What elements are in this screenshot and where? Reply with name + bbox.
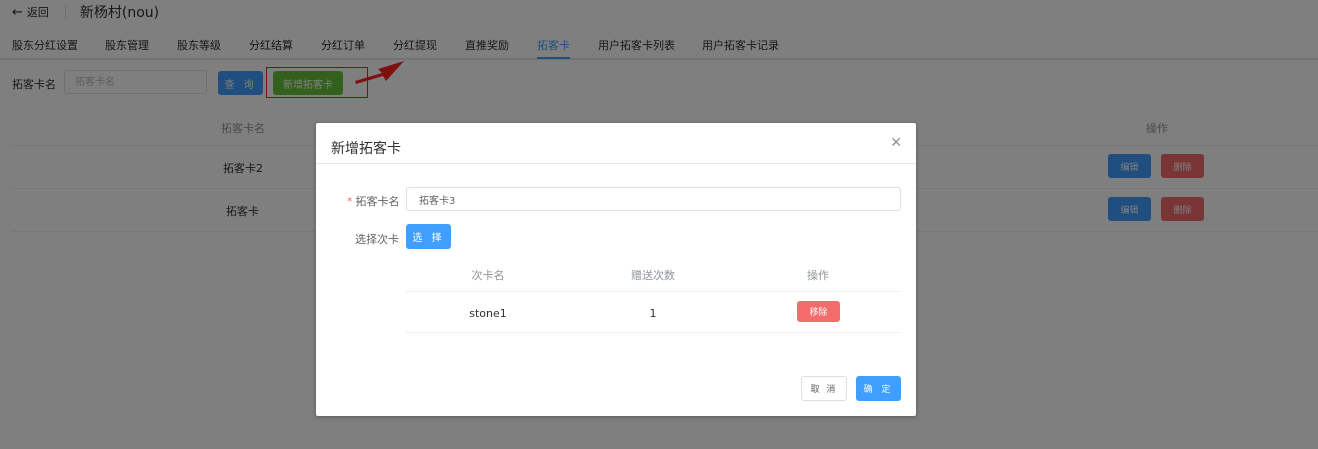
column-header-gift-count: 赠送次数 [631, 269, 675, 282]
remove-button[interactable]: 移除 [797, 301, 840, 322]
required-asterisk: * [347, 195, 353, 208]
close-icon[interactable]: ✕ [890, 135, 902, 151]
dialog-title: 新增拓客卡 [331, 141, 401, 157]
table-row: stone1 1 移除 [406, 292, 901, 333]
card-name-label: * 拓客卡名 [347, 195, 400, 208]
inner-table-header: 次卡名 赠送次数 操作 [406, 251, 901, 292]
cancel-button[interactable]: 取 消 [801, 376, 847, 401]
card-name-input[interactable] [406, 187, 901, 211]
dialog-divider [316, 163, 916, 164]
select-card-label: 选择次卡 [355, 233, 399, 246]
row-card-name: stone1 [469, 307, 507, 320]
row-gift-count: 1 [649, 307, 657, 320]
select-button[interactable]: 选 择 [406, 224, 451, 249]
column-header-actions: 操作 [807, 269, 829, 282]
add-card-dialog: 新增拓客卡 ✕ *拓客卡名 选择次卡 选 择 次卡名 赠送次数 操作 stone… [316, 123, 916, 416]
column-header-card-name: 次卡名 [471, 269, 505, 282]
confirm-button[interactable]: 确 定 [856, 376, 901, 401]
